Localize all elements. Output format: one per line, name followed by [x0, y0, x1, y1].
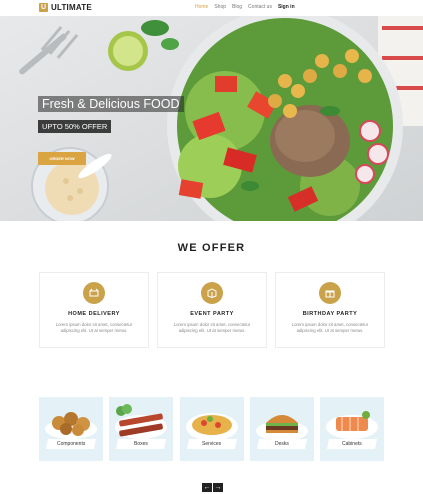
card-title: BIRTHDAY PARTY — [302, 311, 358, 317]
logo-text: ULTIMATE — [51, 3, 92, 12]
tile-label: Components — [45, 439, 97, 449]
card-title: EVENT PARTY — [190, 311, 234, 317]
offer-card-home-delivery[interactable]: HOME DELIVERY Lorem ipsum dolor sit amet… — [39, 272, 149, 348]
main-nav: Home Shop Blog Contact us Sign in — [195, 4, 301, 10]
logo-mark: U — [39, 3, 48, 12]
skewers-image — [115, 404, 167, 439]
tile-label: Services — [186, 439, 238, 449]
hero-title: Fresh & Delicious FOOD — [38, 96, 184, 112]
nav-blog[interactable]: Blog — [232, 4, 242, 10]
tile-label: Desks — [256, 439, 308, 449]
nav-home[interactable]: Home — [195, 4, 208, 10]
party-box-icon — [201, 282, 223, 304]
section-title: WE OFFER — [177, 242, 246, 254]
delivery-icon — [83, 282, 105, 304]
gift-icon — [319, 282, 341, 304]
nav-contact[interactable]: Contact us — [248, 4, 272, 10]
category-tile-desks[interactable]: Desks — [250, 397, 314, 461]
offer-card-birthday-party[interactable]: BIRTHDAY PARTY Lorem ipsum dolor sit ame… — [275, 272, 385, 348]
tile-label: Boxes — [115, 439, 167, 449]
site-header: U ULTIMATE Home Shop Blog Contact us Sig… — [0, 0, 423, 16]
salad-bowl — [167, 16, 403, 221]
category-tile-components[interactable]: Components — [39, 397, 103, 461]
card-text: Lorem ipsum dolor sit amet, consectetur … — [55, 322, 133, 333]
nav-shop[interactable]: Shop — [214, 4, 226, 10]
card-text: Lorem ipsum dolor sit amet, consectetur … — [173, 322, 251, 333]
category-tile-cabinets[interactable]: Cabinets — [320, 397, 384, 461]
tile-label: Cabinets — [326, 439, 378, 449]
next-arrow-button[interactable]: → — [213, 483, 223, 492]
hero-banner: Fresh & Delicious FOOD UPTO 50% OFFER OR… — [0, 16, 423, 221]
rice-dish-image — [186, 413, 238, 441]
logo[interactable]: U ULTIMATE — [39, 3, 92, 12]
card-text: Lorem ipsum dolor sit amet, consectetur … — [291, 322, 369, 333]
hero-food-image — [0, 16, 423, 221]
salmon-image — [326, 411, 378, 439]
burger-image — [256, 415, 308, 441]
prev-arrow-button[interactable]: ← — [202, 483, 212, 492]
card-title: HOME DELIVERY — [68, 311, 120, 317]
category-tile-boxes[interactable]: Boxes — [109, 397, 173, 461]
category-tile-services[interactable]: Services — [180, 397, 244, 461]
offer-card-event-party[interactable]: EVENT PARTY Lorem ipsum dolor sit amet, … — [157, 272, 267, 348]
hero-offer-badge: UPTO 50% OFFER — [38, 120, 112, 133]
order-now-button[interactable]: ORDER NOW — [38, 152, 86, 165]
cookies-image — [45, 412, 97, 439]
nav-sign-in[interactable]: Sign in — [278, 4, 295, 10]
